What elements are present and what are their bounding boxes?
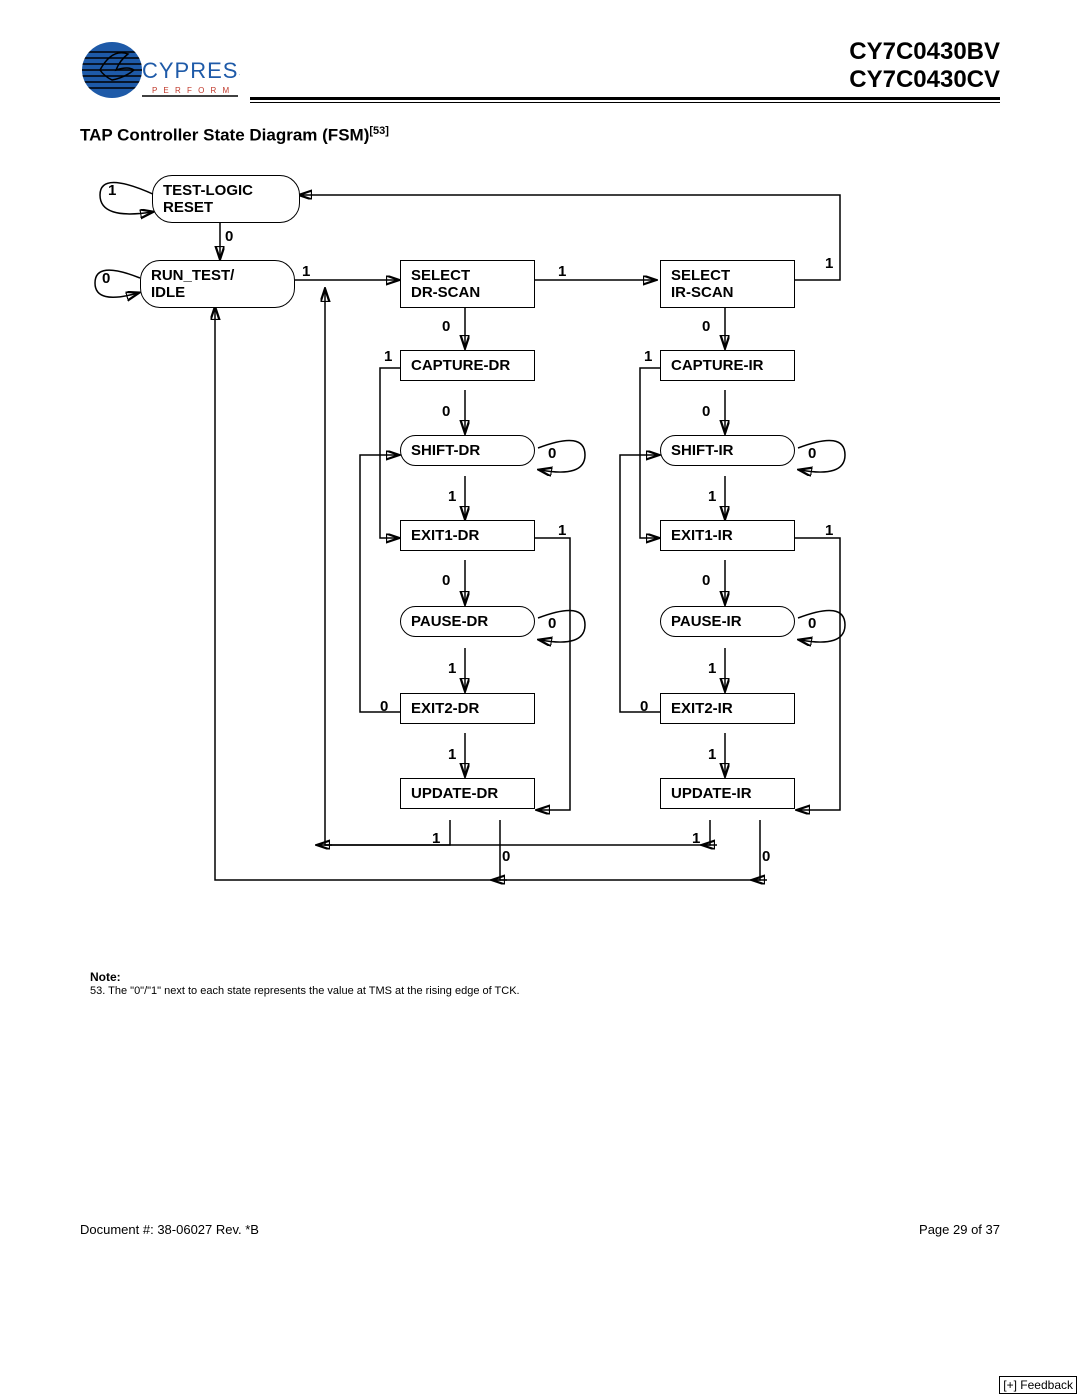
lbl-tlr-self: 1 xyxy=(108,182,116,199)
lbl-rti-self: 0 xyxy=(102,270,110,287)
lbl-ex2dr-to-upd: 1 xyxy=(448,746,456,763)
state-capture-dr: CAPTURE-DR xyxy=(400,350,535,381)
svg-text:P E R F O R M: P E R F O R M xyxy=(152,86,231,95)
note-title: Note: xyxy=(90,970,520,985)
lbl-capir-to-shf: 0 xyxy=(702,403,710,420)
lbl-seldr-to-cap: 0 xyxy=(442,318,450,335)
lbl-capdr-to-ex1: 1 xyxy=(384,348,392,365)
lbl-shfir-to-ex1: 1 xyxy=(708,488,716,505)
lbl-psir-to-ex2: 1 xyxy=(708,660,716,677)
lbl-psdr-self: 0 xyxy=(548,615,556,632)
state-exit2-dr: EXIT2-DR xyxy=(400,693,535,724)
lbl-capdr-to-shf: 0 xyxy=(442,403,450,420)
state-select-dr-scan: SELECT DR-SCAN xyxy=(400,260,535,308)
part-number-2: CY7C0430CV xyxy=(849,66,1000,94)
state-capture-ir: CAPTURE-IR xyxy=(660,350,795,381)
state-test-logic-reset: TEST-LOGIC RESET xyxy=(152,175,300,223)
footer-document-id: Document #: 38-06027 Rev. *B xyxy=(80,1222,259,1237)
lbl-ex1dr-to-upd: 1 xyxy=(558,522,566,539)
state-exit1-ir: EXIT1-IR xyxy=(660,520,795,551)
lbl-ex2ir-to-upd: 1 xyxy=(708,746,716,763)
state-exit1-dr: EXIT1-DR xyxy=(400,520,535,551)
header-rule-thin xyxy=(250,102,1000,103)
lbl-updir-to-rti: 0 xyxy=(762,848,770,865)
section-title: TAP Controller State Diagram (FSM)[53] xyxy=(80,125,389,146)
footnote-block: Note: 53. The "0"/"1" next to each state… xyxy=(90,970,520,999)
state-pause-ir: PAUSE-IR xyxy=(660,606,795,637)
state-diagram: TEST-LOGIC RESET RUN_TEST/ IDLE SELECT D… xyxy=(80,160,860,900)
lbl-selir-to-tlr: 1 xyxy=(825,255,833,272)
state-run-test-idle: RUN_TEST/ IDLE xyxy=(140,260,295,308)
lbl-seldr-to-selir: 1 xyxy=(558,263,566,280)
state-update-dr: UPDATE-DR xyxy=(400,778,535,809)
lbl-shfdr-to-ex1: 1 xyxy=(448,488,456,505)
lbl-selir-to-cap: 0 xyxy=(702,318,710,335)
lbl-upddr-to-seldr: 1 xyxy=(432,830,440,847)
svg-text:CYPRESS: CYPRESS xyxy=(142,58,240,83)
company-logo: CYPRESS P E R F O R M xyxy=(80,40,240,112)
lbl-ex1ir-to-upd: 1 xyxy=(825,522,833,539)
state-select-ir-scan: SELECT IR-SCAN xyxy=(660,260,795,308)
lbl-ex1ir-to-ps: 0 xyxy=(702,572,710,589)
state-shift-dr: SHIFT-DR xyxy=(400,435,535,466)
section-title-text: TAP Controller State Diagram (FSM) xyxy=(80,126,369,145)
lbl-psir-self: 0 xyxy=(808,615,816,632)
feedback-link[interactable]: [+] Feedback xyxy=(999,1376,1077,1394)
lbl-ex2dr-to-shf: 0 xyxy=(380,698,388,715)
lbl-rti-to-seldr: 1 xyxy=(302,263,310,280)
lbl-tlr-to-rti: 0 xyxy=(225,228,233,245)
state-exit2-ir: EXIT2-IR xyxy=(660,693,795,724)
part-numbers: CY7C0430BV CY7C0430CV xyxy=(849,38,1000,93)
state-shift-ir: SHIFT-IR xyxy=(660,435,795,466)
state-pause-dr: PAUSE-DR xyxy=(400,606,535,637)
lbl-shfir-self: 0 xyxy=(808,445,816,462)
header-rule-thick xyxy=(250,97,1000,100)
lbl-upddr-to-rti: 0 xyxy=(502,848,510,865)
part-number-1: CY7C0430BV xyxy=(849,38,1000,66)
footnote-ref: [53] xyxy=(369,125,389,137)
lbl-capir-to-ex1: 1 xyxy=(644,348,652,365)
lbl-ex2ir-to-shf: 0 xyxy=(640,698,648,715)
lbl-shfdr-self: 0 xyxy=(548,445,556,462)
lbl-updir-to-seldr: 1 xyxy=(692,830,700,847)
footer-page-number: Page 29 of 37 xyxy=(919,1222,1000,1237)
note-text: 53. The "0"/"1" next to each state repre… xyxy=(90,985,520,999)
lbl-ex1dr-to-ps: 0 xyxy=(442,572,450,589)
state-update-ir: UPDATE-IR xyxy=(660,778,795,809)
lbl-psdr-to-ex2: 1 xyxy=(448,660,456,677)
